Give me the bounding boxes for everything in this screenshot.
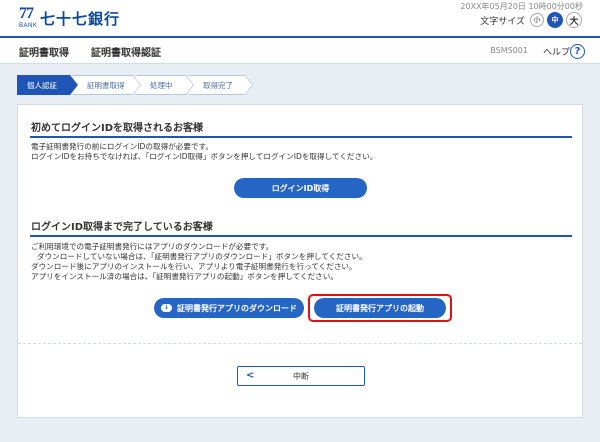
font-size-label: 文字サイズ [480, 16, 525, 27]
section-first-login-title: 初めてログインIDを取得されるお客様 [31, 123, 204, 134]
section-existing-text-4: アプリをインストール済の場合は、「証明書発行アプリの起動」ボタンを押してください… [31, 272, 338, 281]
launch-app-label: 証明書発行アプリの起動 [336, 303, 424, 313]
page-title: 証明書取得 [19, 48, 69, 59]
footer-divider [18, 343, 582, 344]
launch-app-button[interactable]: 証明書発行アプリの起動 [314, 298, 446, 318]
font-size-switcher: 文字サイズ 小 中 大 [480, 12, 582, 28]
step-complete: 取得完了 [189, 75, 253, 95]
download-app-button[interactable]: ↓ 証明書発行アプリのダウンロード [154, 298, 304, 318]
font-size-medium-button[interactable]: 中 [547, 12, 563, 28]
login-id-acquire-button[interactable]: ログインID取得 [234, 178, 367, 198]
help-link[interactable]: ヘルプ [543, 45, 570, 58]
font-size-small-button[interactable]: 小 [530, 13, 544, 27]
chevron-left-icon: < [246, 370, 255, 381]
download-app-label: 証明書発行アプリのダウンロード [177, 303, 297, 313]
logo-mark: 77 [19, 5, 34, 22]
page-title-bar: 証明書取得 証明書取得認証 BSMS001 ヘルプ ? [0, 36, 600, 64]
help-icon[interactable]: ? [570, 44, 585, 59]
section-existing-text-3: ダウンロード後にアプリのインストールを行い、アプリより電子証明書発行を行ってくだ… [31, 262, 357, 271]
section-divider [30, 136, 572, 138]
bank-logo[interactable]: 77 BANK 七十七銀行 [19, 5, 139, 33]
progress-steps: 個人認証 証明書取得 処理中 取得完了 [17, 75, 253, 95]
top-header: 77 BANK 七十七銀行 20XX年05月20日 10時00分00秒 文字サイ… [0, 0, 600, 36]
section-existing-text-2: ダウンロードしていない場合は、「証明書発行アプリのダウンロード」ボタンを押してく… [37, 252, 367, 261]
bank-name: 七十七銀行 [40, 10, 121, 28]
section-first-login-text-1: 電子証明書発行の前にログインIDの取得が必要です。 [31, 142, 213, 151]
section-divider [30, 235, 572, 237]
cancel-button[interactable]: < 中断 [237, 366, 365, 386]
section-existing-title: ログインID取得まで完了しているお客様 [31, 222, 213, 233]
login-id-acquire-label: ログインID取得 [271, 183, 330, 193]
screen-id: BSMS001 [490, 46, 528, 55]
step-certificate-acquire: 証明書取得 [73, 75, 141, 95]
current-datetime: 20XX年05月20日 10時00分00秒 [460, 2, 583, 11]
page-subtitle: 証明書取得認証 [91, 48, 161, 59]
section-first-login-text-2: ログインIDをお持ちでなければ、「ログインID取得」ボタンを押してログインIDを… [31, 152, 378, 161]
section-existing-text-1: ご利用環境での電子証明書発行にはアプリのダウンロードが必要です。 [31, 242, 274, 251]
cloud-download-icon: ↓ [161, 304, 172, 312]
cancel-label: 中断 [293, 371, 309, 381]
font-size-large-button[interactable]: 大 [566, 12, 582, 28]
main-card: 初めてログインIDを取得されるお客様 電子証明書発行の前にログインIDの取得が必… [17, 104, 583, 418]
step-processing: 処理中 [136, 75, 194, 95]
logo-bank-text: BANK [19, 23, 38, 29]
step-personal-auth: 個人認証 [17, 75, 78, 95]
